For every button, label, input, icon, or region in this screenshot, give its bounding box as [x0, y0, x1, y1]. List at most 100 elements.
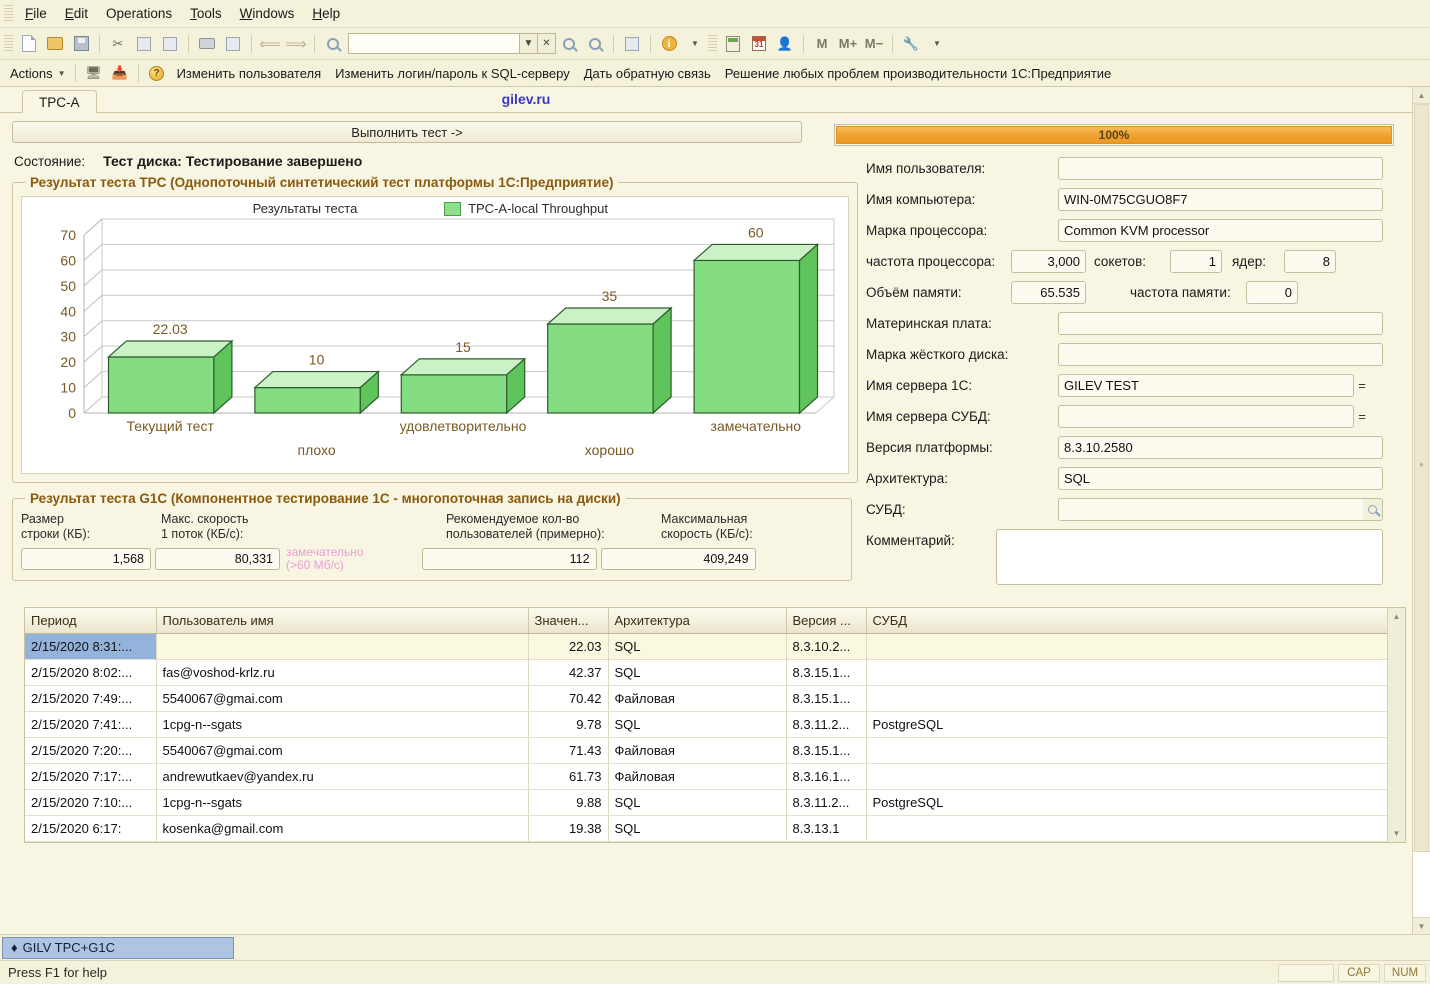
g1c-label-1-l2: 1 поток (КБ/с): — [161, 527, 446, 542]
chevron-down-icon[interactable]: ▼ — [520, 33, 538, 54]
scroll-thumb[interactable]: ● — [1414, 104, 1429, 879]
memory-size-input[interactable]: 65.535 — [1011, 281, 1086, 304]
main-vertical-scrollbar[interactable]: ▲ ● ▼ — [1412, 87, 1430, 934]
table-row[interactable]: 2/15/2020 8:31:...22.03SQL8.3.10.2... — [25, 633, 1388, 659]
wrench-dropdown-icon[interactable]: ▼ — [925, 32, 949, 56]
action-change-sql-login[interactable]: Изменить логин/пароль к SQL-серверу — [328, 64, 577, 83]
redo-icon[interactable]: ⟹ — [284, 32, 308, 56]
help-question-icon[interactable]: ? — [145, 61, 169, 85]
col-dbms[interactable]: СУБД — [866, 608, 1388, 633]
taskbar-window-button[interactable]: ♦ GILV TPC+G1C — [2, 937, 234, 959]
info-dropdown-icon[interactable]: ▼ — [683, 32, 707, 56]
table-vertical-scrollbar[interactable]: ▲ ▼ — [1387, 608, 1405, 842]
comment-textarea[interactable] — [996, 529, 1383, 585]
save-icon[interactable] — [69, 32, 93, 56]
g1c-row-size-input[interactable]: 1,568 — [21, 548, 151, 570]
menu-help[interactable]: Help — [303, 3, 349, 24]
memory-recall-button[interactable]: M — [810, 32, 834, 56]
g1c-max-speed-input[interactable]: 409,249 — [601, 548, 756, 570]
cpu-model-input[interactable]: Common KVM processor — [1058, 219, 1383, 242]
user-lock-icon[interactable]: 👤 — [773, 32, 797, 56]
action-feedback[interactable]: Дать обратную связь — [577, 64, 718, 83]
copy-windows-icon[interactable] — [620, 32, 644, 56]
server-dbms-input[interactable] — [1058, 405, 1354, 428]
platform-version-input[interactable]: 8.3.10.2580 — [1058, 436, 1383, 459]
cpu-freq-input[interactable]: 3,000 — [1011, 250, 1086, 273]
sockets-input[interactable]: 1 — [1170, 250, 1222, 273]
table-row[interactable]: 2/15/2020 7:49:...5540067@gmai.com70.42Ф… — [25, 685, 1388, 711]
search-combo[interactable]: ▼ ✕ — [348, 33, 556, 54]
calendar-icon[interactable]: 31 — [747, 32, 771, 56]
cores-input[interactable]: 8 — [1284, 250, 1336, 273]
server-icon[interactable]: 🖥 — [82, 61, 106, 85]
menu-windows[interactable]: Windows — [231, 3, 304, 24]
col-user[interactable]: Пользователь имя — [156, 608, 528, 633]
col-value[interactable]: Значен... — [528, 608, 608, 633]
new-document-icon[interactable] — [17, 32, 41, 56]
search-icon[interactable] — [321, 32, 345, 56]
cell-user: kosenka@gmail.com — [156, 815, 528, 841]
memory-add-button[interactable]: M+ — [836, 32, 860, 56]
memory-sub-button[interactable]: M− — [862, 32, 886, 56]
action-change-user[interactable]: Изменить пользователя — [170, 64, 329, 83]
dbms-search-icon[interactable] — [1363, 498, 1383, 521]
computer-name-input[interactable]: WIN-0M75CGUO8F7 — [1058, 188, 1383, 211]
menu-edit[interactable]: Edit — [56, 3, 97, 24]
run-test-button[interactable]: Выполнить тест -> — [12, 121, 802, 143]
motherboard-input[interactable] — [1058, 312, 1383, 335]
copy-icon[interactable] — [132, 32, 156, 56]
menu-grip[interactable] — [4, 5, 13, 23]
table-row[interactable]: 2/15/2020 7:41:...1cpg-n--sgats9.78SQL8.… — [25, 711, 1388, 737]
col-version[interactable]: Версия ... — [786, 608, 866, 633]
g1c-label-row-size: Размер строки (КБ): — [21, 512, 161, 542]
search-prev-icon[interactable] — [583, 32, 607, 56]
architecture-input[interactable]: SQL — [1058, 467, 1383, 490]
menu-tools[interactable]: Tools — [181, 3, 231, 24]
info-icon[interactable]: i — [657, 32, 681, 56]
g1c-max-speed-1thread-input[interactable]: 80,331 — [155, 548, 280, 570]
open-folder-icon[interactable] — [43, 32, 67, 56]
disk-model-input[interactable] — [1058, 343, 1383, 366]
cell-user: andrewutkaev@yandex.ru — [156, 763, 528, 789]
scroll-down-icon[interactable]: ▼ — [1413, 917, 1430, 934]
search-input[interactable] — [348, 33, 520, 54]
cell-version: 8.3.10.2... — [786, 633, 866, 659]
status-num-indicator: NUM — [1384, 964, 1426, 982]
undo-icon[interactable]: ⟸ — [258, 32, 282, 56]
table-row[interactable]: 2/15/2020 6:17:kosenka@gmail.com19.38SQL… — [25, 815, 1388, 841]
wrench-icon[interactable]: 🔧 — [899, 32, 923, 56]
col-period[interactable]: Период — [25, 608, 156, 633]
table-row[interactable]: 2/15/2020 7:20:...5540067@gmai.com71.43Ф… — [25, 737, 1388, 763]
scroll-down-icon[interactable]: ▼ — [1388, 825, 1405, 842]
calculator-icon[interactable] — [721, 32, 745, 56]
close-icon[interactable]: ✕ — [538, 33, 556, 54]
results-table: Период Пользователь имя Значен... Архите… — [25, 608, 1389, 842]
print-icon[interactable] — [195, 32, 219, 56]
scroll-track[interactable]: ● — [1413, 104, 1430, 917]
memory-freq-input[interactable]: 0 — [1246, 281, 1298, 304]
server-1c-input[interactable]: GILEV TEST — [1058, 374, 1354, 397]
menu-operations[interactable]: Operations — [97, 3, 181, 24]
label-sockets: сокетов: — [1086, 254, 1170, 269]
menu-file[interactable]: File — [16, 3, 56, 24]
g1c-recommended-users-input[interactable]: 112 — [422, 548, 597, 570]
tab-tpc-a[interactable]: TPC-A — [22, 90, 97, 113]
col-architecture[interactable]: Архитектура — [608, 608, 786, 633]
print-preview-icon[interactable] — [221, 32, 245, 56]
actions-menu-button[interactable]: Actions ▼ — [6, 64, 70, 83]
cut-icon[interactable]: ✂ — [106, 32, 130, 56]
toolbar-grip[interactable] — [4, 35, 13, 53]
search-next-icon[interactable] — [557, 32, 581, 56]
paste-icon[interactable] — [158, 32, 182, 56]
scroll-up-icon[interactable]: ▲ — [1413, 87, 1430, 104]
table-row[interactable]: 2/15/2020 7:17:...andrewutkaev@yandex.ru… — [25, 763, 1388, 789]
brand-label[interactable]: gilev.ru — [0, 91, 1412, 107]
username-input[interactable] — [1058, 157, 1383, 180]
scroll-up-icon[interactable]: ▲ — [1388, 608, 1405, 625]
table-row[interactable]: 2/15/2020 8:02:...fas@voshod-krlz.ru42.3… — [25, 659, 1388, 685]
toolbar-grip-2[interactable] — [708, 35, 717, 53]
server-download-icon[interactable]: 📥 — [108, 61, 132, 85]
action-performance-solutions[interactable]: Решение любых проблем производительности… — [718, 64, 1119, 83]
table-row[interactable]: 2/15/2020 7:10:...1cpg-n--sgats9.88SQL8.… — [25, 789, 1388, 815]
dbms-input[interactable] — [1058, 498, 1363, 521]
